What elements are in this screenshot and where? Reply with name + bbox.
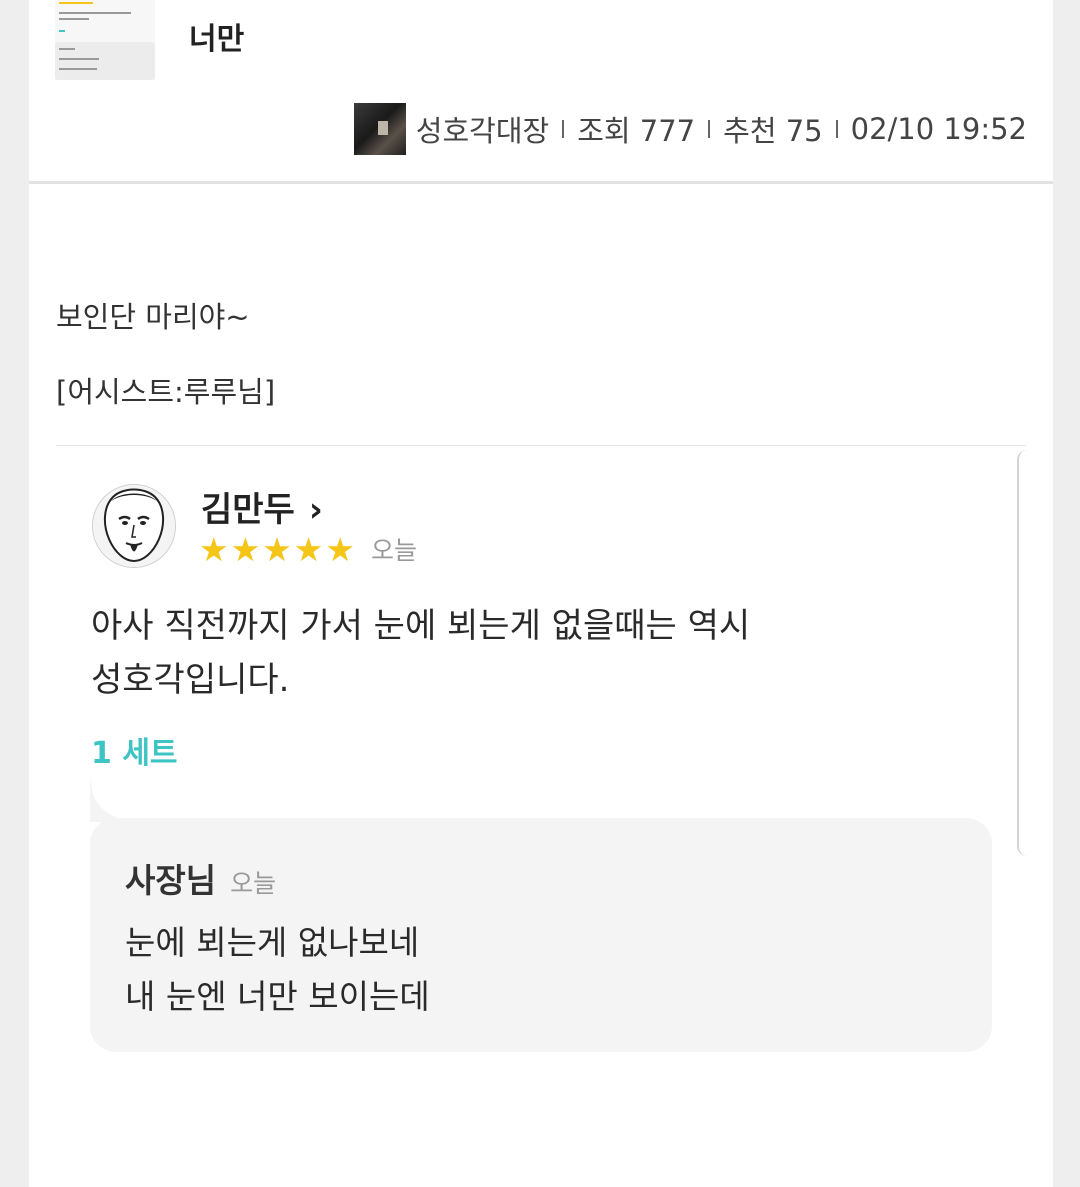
star-icon: ★ — [325, 529, 355, 569]
body-text-line: [어시스트:루루님] — [56, 375, 276, 409]
thumbnail-text-line — [59, 48, 75, 50]
star-icon: ★ — [262, 529, 292, 569]
content-divider — [56, 445, 1026, 446]
header-divider — [29, 181, 1053, 184]
thumbnail-text-line — [59, 18, 89, 20]
reply-text: 눈에 뵈는게 없나보네 내 눈엔 너만 보이는데 — [125, 916, 430, 1024]
thumbnail-text-line — [59, 12, 131, 14]
meta-separator — [835, 120, 838, 138]
chevron-right-icon: › — [308, 490, 323, 530]
review-text-line: 성호각입니다. — [91, 660, 290, 700]
author-avatar[interactable] — [353, 103, 406, 155]
thumbnail-stars — [59, 2, 93, 4]
author-name[interactable]: 성호각대장 — [416, 108, 549, 150]
star-icon: ★ — [230, 529, 261, 569]
post-title: 너만 — [189, 22, 245, 57]
face-illustration-icon — [93, 485, 175, 567]
reply-header: 사장님 오늘 — [125, 854, 276, 902]
thumbnail-option — [59, 30, 65, 32]
post-thumbnail[interactable] — [55, 0, 155, 80]
body-text-line: 보인단 마리야~ — [56, 300, 250, 334]
star-icon: ★ — [199, 529, 229, 569]
review-text: 아사 직전까지 가서 눈에 뵈는게 없을때는 역시 성호각입니다. — [91, 599, 750, 707]
reviewer-avatar[interactable] — [92, 484, 176, 568]
review-text-line: 아사 직전까지 가서 눈에 뵈는게 없을때는 역시 — [91, 606, 751, 646]
reply-author: 사장님 — [125, 861, 217, 900]
reviewer-name[interactable]: 김만두 › — [201, 482, 323, 531]
reviewer-name-text: 김만두 — [201, 490, 295, 530]
view-count: 조회 777 — [577, 114, 696, 148]
owner-reply: 사장님 오늘 눈에 뵈는게 없나보네 내 눈엔 너만 보이는데 — [90, 818, 992, 1052]
embedded-image-edge — [1017, 450, 1029, 856]
star-icon: ★ — [293, 529, 324, 569]
avatar-highlight — [377, 121, 388, 135]
review-date: 오늘 — [370, 536, 417, 565]
reply-text-line: 눈에 뵈는게 없나보네 — [125, 923, 420, 962]
order-option: 1 세트 — [91, 736, 178, 771]
post-page: 너만 성호각대장 조회 777 추천 75 02/10 19:52 보인단 마리… — [29, 0, 1053, 1187]
rating-row: ★ ★ ★ ★ ★ 오늘 — [199, 531, 417, 567]
meta-separator — [562, 120, 565, 138]
recommend-count: 추천 75 — [723, 114, 823, 148]
meta-separator — [708, 120, 711, 138]
post-meta: 성호각대장 조회 777 추천 75 02/10 19:52 — [353, 102, 1027, 156]
thumbnail-text-line — [59, 68, 97, 70]
reply-date: 오늘 — [230, 869, 277, 898]
reply-bubble-tail — [90, 772, 150, 822]
thumbnail-text-line — [59, 58, 99, 60]
reply-text-line: 내 눈엔 너만 보이는데 — [125, 977, 430, 1016]
thumbnail-reply-card — [55, 42, 155, 80]
post-datetime: 02/10 19:52 — [850, 112, 1027, 146]
